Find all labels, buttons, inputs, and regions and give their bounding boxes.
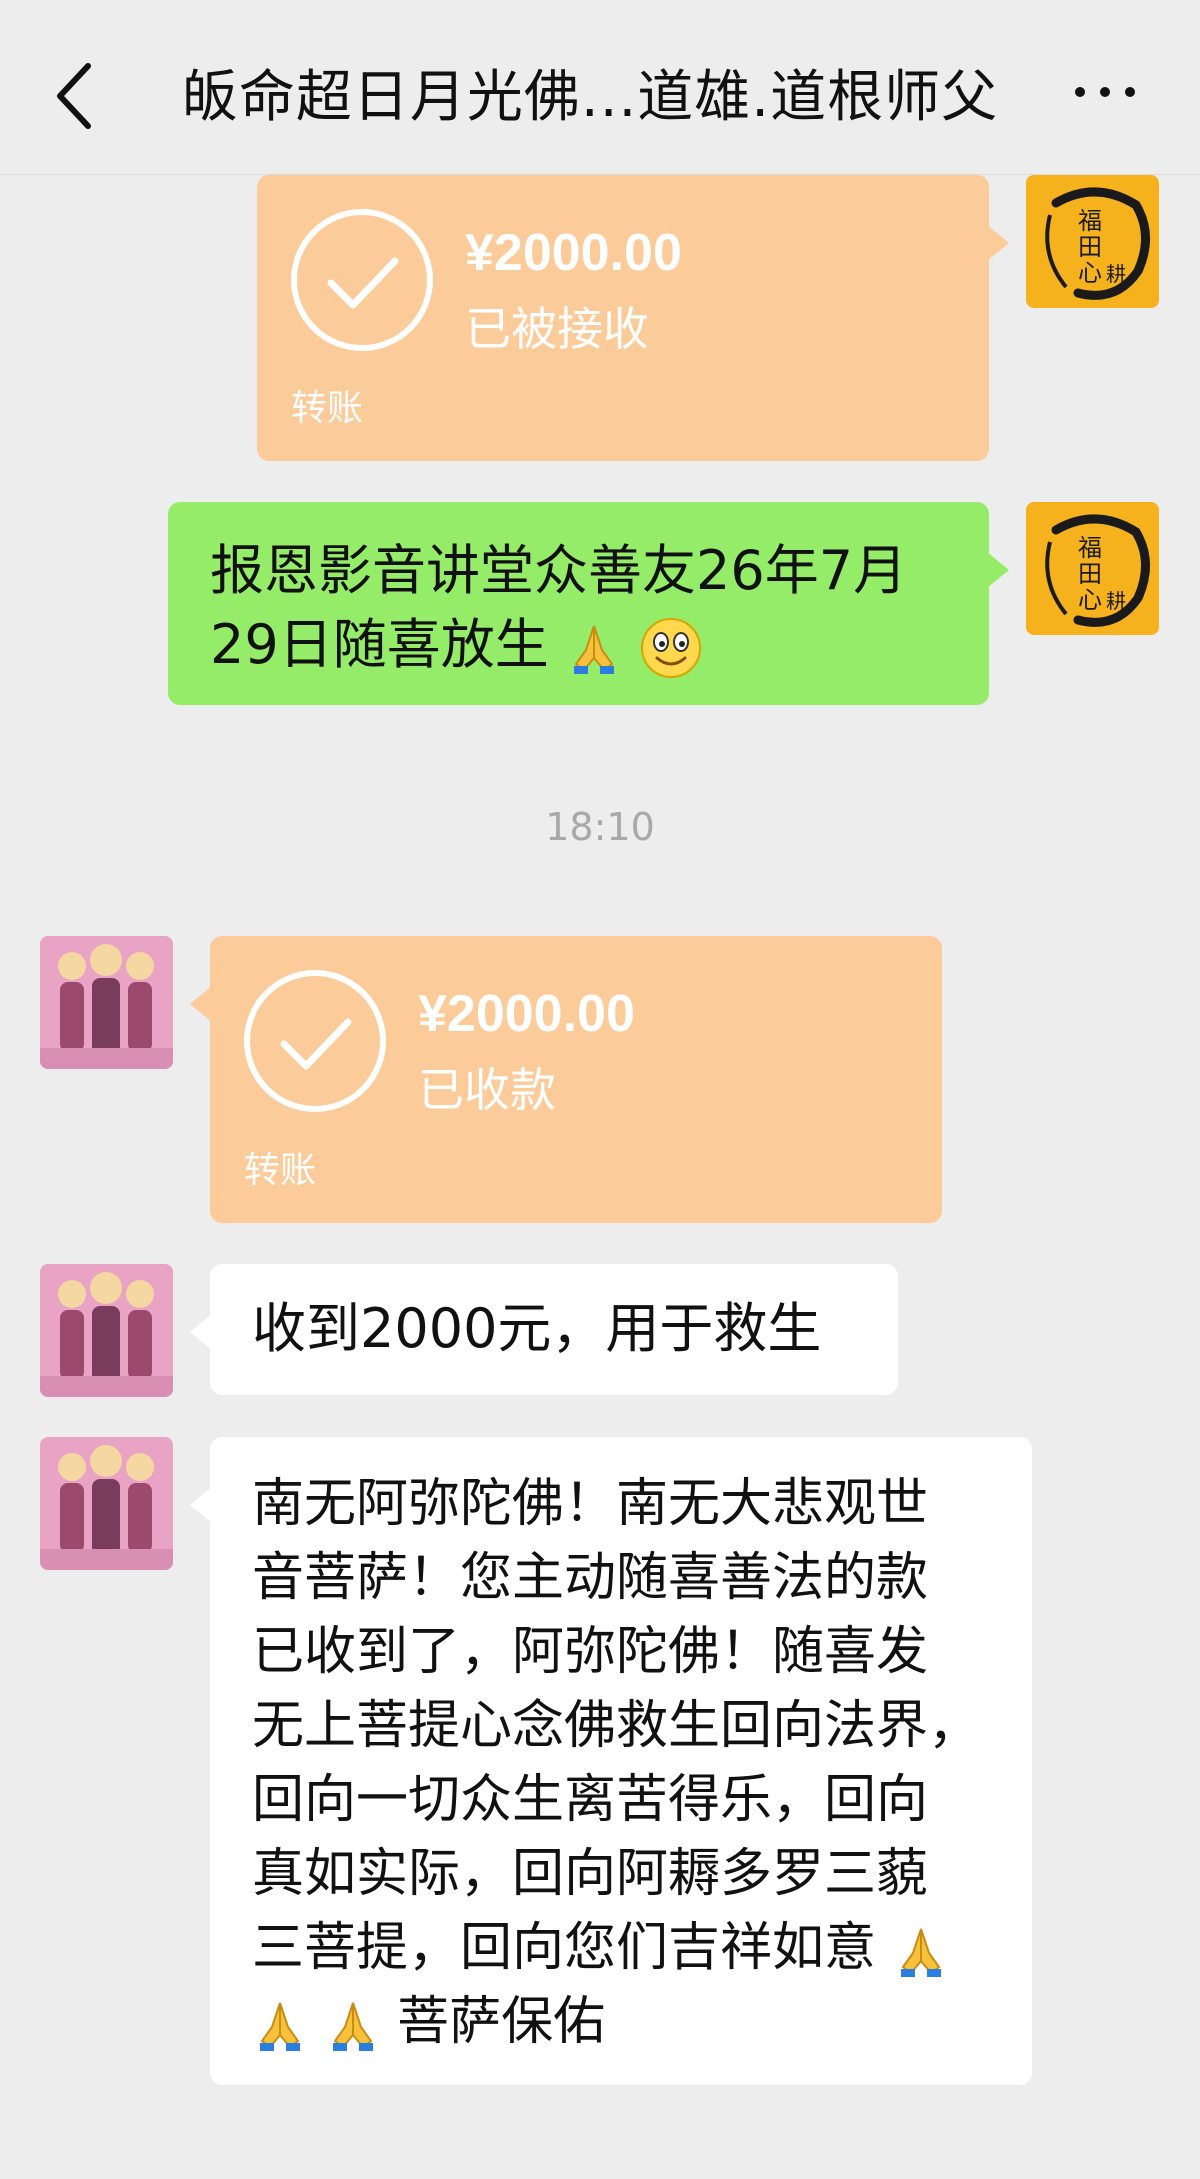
check-circle-icon (244, 970, 386, 1112)
message-line: 南无阿弥陀佛！南无大悲观世 (252, 1474, 929, 1534)
avatar-contact[interactable] (40, 1437, 173, 1570)
svg-text:田: 田 (1078, 233, 1102, 261)
praying-hands-icon (573, 626, 614, 675)
more-dots-icon[interactable] (1070, 72, 1140, 112)
svg-text:心: 心 (1078, 586, 1102, 614)
message-line: 菩萨保佑 (397, 1992, 606, 2052)
message-line: 真如实际，回向阿耨多罗三藐 (252, 1844, 929, 1904)
transfer-amount: ¥2000.00 (418, 985, 635, 1043)
praying-hands-icon (260, 2002, 300, 2051)
check-circle-icon (291, 209, 433, 351)
buddha-image-avatar-icon (40, 936, 173, 1069)
svg-text:心: 心 (1078, 259, 1102, 287)
fu-tian-xin-geng-logo-icon: 福 田 心 耕 (1026, 502, 1159, 635)
svg-text:福: 福 (1078, 534, 1102, 562)
transfer-label: 转账 (291, 388, 364, 429)
message-line: 三菩提，回向您们吉祥如意 (252, 1918, 877, 1978)
avatar-self[interactable]: 福 田 心 耕 (1026, 175, 1159, 308)
received-long-text-bubble[interactable]: 南无阿弥陀佛！南无大悲观世 音菩萨！您主动随喜善法的款 已收到了，阿弥陀佛！随喜… (190, 1437, 1032, 2085)
fu-tian-xin-geng-logo-icon: 福 田 心 耕 (1026, 175, 1159, 308)
message-line: 无上菩提心念佛救生回向法界， (252, 1696, 981, 1756)
avatar-contact[interactable] (40, 936, 173, 1069)
chat-header: 皈命超日月光佛...道雄.道根师父 (0, 0, 1200, 175)
chat-title: 皈命超日月光佛...道雄.道根师父 (181, 65, 999, 130)
transfer-bubble-received[interactable]: ¥2000.00 已收款 转账 (190, 936, 942, 1223)
received-text-bubble[interactable]: 收到2000元，用于救生 (190, 1264, 898, 1395)
message-line: 回向一切众生离苦得乐，回向 (252, 1770, 929, 1830)
svg-text:耕: 耕 (1106, 262, 1126, 286)
message-text: 收到2000元，用于救生 (252, 1297, 822, 1360)
svg-text:耕: 耕 (1106, 589, 1126, 613)
message-text: 报恩影音讲堂众善友26年7月29日随喜放生 (210, 539, 908, 676)
transfer-amount: ¥2000.00 (465, 224, 682, 282)
sent-text-bubble[interactable]: 报恩影音讲堂众善友26年7月29日随喜放生 (168, 502, 1009, 705)
chat-timestamp: 18:10 (545, 805, 655, 849)
smiling-face-icon (641, 618, 702, 679)
buddha-image-avatar-icon (40, 1264, 173, 1397)
praying-hands-icon (332, 2002, 373, 2051)
chevron-left-icon[interactable] (50, 58, 100, 134)
praying-hands-icon (900, 1928, 941, 1977)
svg-text:田: 田 (1078, 560, 1102, 588)
transfer-label: 转账 (244, 1150, 317, 1191)
buddha-image-avatar-icon (40, 1437, 173, 1570)
transfer-bubble-sent[interactable]: ¥2000.00 已被接收 转账 (257, 175, 1009, 461)
svg-text:福: 福 (1078, 207, 1102, 235)
avatar-self[interactable]: 福 田 心 耕 (1026, 502, 1159, 635)
message-line: 已收到了，阿弥陀佛！随喜发 (252, 1622, 929, 1682)
transfer-status: 已收款 (418, 1063, 556, 1117)
transfer-status: 已被接收 (465, 302, 649, 356)
message-line: 音菩萨！您主动随喜善法的款 (252, 1548, 929, 1608)
avatar-contact[interactable] (40, 1264, 173, 1397)
